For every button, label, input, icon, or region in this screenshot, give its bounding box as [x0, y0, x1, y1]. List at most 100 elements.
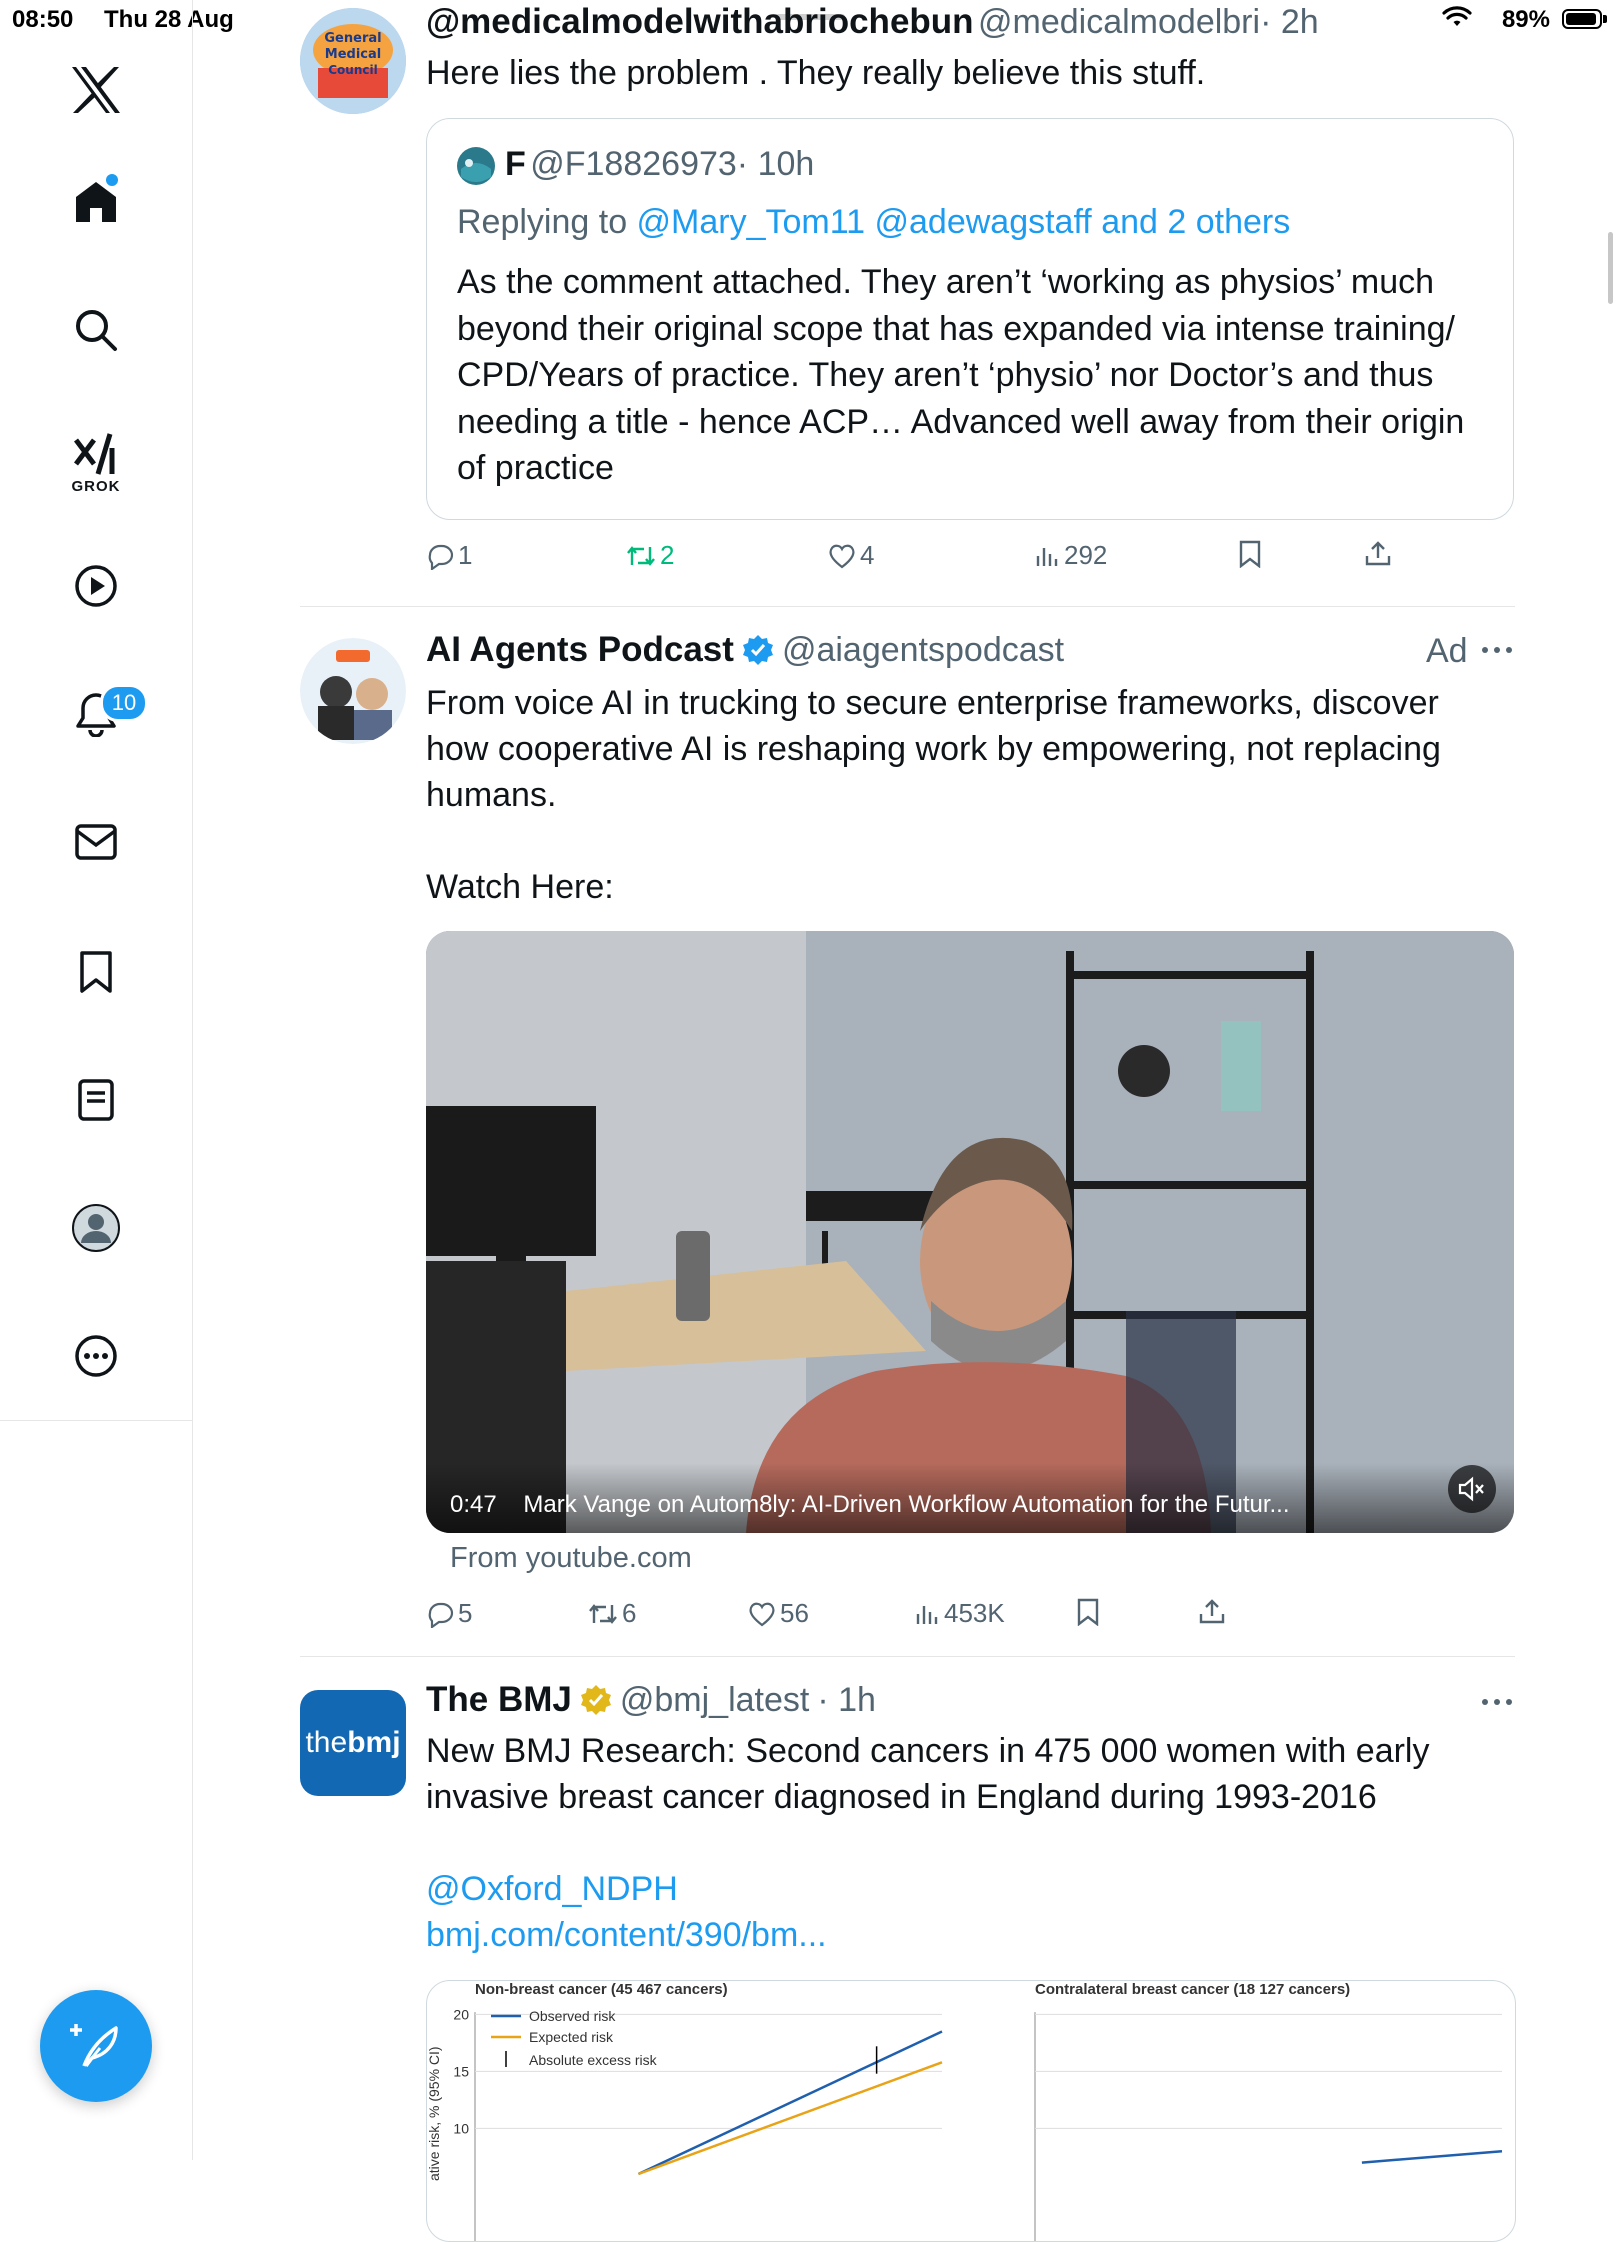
like-button[interactable]: 4 [828, 540, 874, 571]
like-button[interactable]: 56 [748, 1598, 809, 1629]
repost-icon [627, 545, 655, 566]
wifi-icon [1442, 6, 1472, 37]
reply-button[interactable]: 5 [426, 1598, 472, 1629]
link-source[interactable]: From youtube.com [450, 1542, 692, 1575]
svg-text:Medical: Medical [325, 47, 381, 62]
url-link[interactable]: bmj.com/content/390/bm... [426, 1912, 827, 1958]
chart-1-tick-label: 15 [453, 2063, 469, 2079]
heart-icon [829, 544, 855, 568]
heart-icon [749, 1602, 775, 1626]
ad-label: Ad [1426, 632, 1468, 670]
video-icon[interactable] [66, 556, 126, 616]
profile-icon[interactable] [66, 1198, 126, 1258]
list-icon[interactable] [66, 1070, 126, 1130]
chart-2-series-line [1361, 2149, 1503, 2164]
bookmark-button[interactable] [1076, 1598, 1100, 1626]
tweet-divider [300, 1656, 1515, 1657]
quoted-tweet[interactable]: F @F18826973· 10h Replying to @Mary_Tom1… [426, 118, 1514, 520]
grok-label: GROK [71, 478, 121, 495]
chart-1-series-line [638, 2061, 943, 2176]
replying-to-link[interactable]: @Mary_Tom11 @adewagstaff and 2 others [637, 203, 1291, 241]
author-name[interactable]: The BMJ [426, 1680, 572, 1720]
tweet-actions: 5 6 56 453K [426, 1598, 1514, 1638]
repost-button[interactable]: 6 [588, 1598, 636, 1629]
sidebar-divider [0, 1420, 192, 1421]
author-handle[interactable]: @medicalmodelbri [978, 3, 1260, 41]
avatar[interactable] [300, 638, 406, 744]
home-unread-dot [106, 174, 118, 186]
scrollbar[interactable] [1608, 232, 1613, 304]
mute-button[interactable] [1448, 1465, 1496, 1513]
bmj-logo-text-a: the [305, 1726, 348, 1759]
mention-link[interactable]: @Oxford_NDPH [426, 1866, 678, 1912]
bookmark-button[interactable] [1238, 540, 1262, 568]
reply-button[interactable]: 1 [426, 540, 472, 571]
gold-verified-badge-icon [580, 1685, 611, 1715]
chart-1-tick-label: 10 [453, 2120, 469, 2136]
reply-icon [428, 1602, 454, 1628]
svg-text:General: General [324, 31, 381, 46]
views-button[interactable]: 292 [1034, 540, 1107, 571]
chart-1-ylabel: ative risk, % (95% CI) [427, 2046, 442, 2181]
views-icon [916, 1605, 938, 1624]
quote-avatar[interactable] [457, 147, 495, 185]
chart-1-legend-label: Observed risk [529, 2008, 616, 2024]
tweet-text-2: Watch Here: [426, 868, 614, 906]
repost-count: 2 [660, 540, 675, 570]
repost-button[interactable]: 2 [626, 540, 674, 571]
video-duration: 0:47 [450, 1491, 497, 1518]
post-time[interactable]: · 1h [817, 1681, 876, 1720]
reply-icon [428, 544, 454, 570]
like-count: 56 [780, 1598, 809, 1628]
speaker-muted-icon [1458, 1476, 1484, 1502]
avatar[interactable]: General Medical Council [300, 8, 406, 114]
search-icon[interactable] [66, 300, 126, 360]
tweet-text: From voice AI in trucking to secure ente… [426, 684, 1441, 814]
quote-time[interactable]: · 10h [737, 145, 815, 183]
chart-svg: Non-breast cancer (45 467 cancers) Contr… [427, 1981, 1503, 2241]
chart-image[interactable]: Non-breast cancer (45 467 cancers) Contr… [426, 1980, 1516, 2242]
chart-1-legend-label: Expected risk [529, 2029, 614, 2045]
bmj-logo-text-b: bmj [347, 1726, 401, 1759]
x-logo-icon[interactable] [66, 60, 126, 120]
mail-icon[interactable] [66, 812, 126, 872]
bookmark-icon [1239, 540, 1261, 568]
notifications-badge: 10 [100, 684, 148, 722]
author-handle[interactable]: @aiagentspodcast [782, 631, 1064, 670]
avatar[interactable]: the bmj [300, 1690, 406, 1796]
views-count: 292 [1064, 540, 1108, 570]
quote-author-name[interactable]: F [505, 145, 526, 183]
bookmark-icon [1077, 1598, 1099, 1626]
chart-1-legend-label: Absolute excess risk [529, 2052, 658, 2068]
author-name[interactable]: AI Agents Podcast [426, 630, 734, 670]
video-title: Mark Vange on Autom8ly: AI-Driven Workfl… [523, 1491, 1290, 1518]
svg-text:Council: Council [328, 63, 377, 77]
more-options-icon[interactable] [1480, 1692, 1514, 1717]
chart-1-title: Non-breast cancer (45 467 cancers) [475, 1981, 728, 1998]
grok-icon[interactable] [66, 424, 126, 484]
chart-2-title: Contralateral breast cancer (18 127 canc… [1035, 1981, 1350, 1998]
repost-count: 6 [622, 1598, 637, 1628]
compose-icon [70, 2024, 118, 2068]
chart-1-series-line [637, 2030, 943, 2176]
author-name[interactable]: @medicalmodelwithabriochebun [426, 2, 974, 41]
share-icon [1365, 541, 1391, 566]
sidebar: GROK 10 [0, 0, 193, 2160]
compose-button[interactable] [40, 1990, 152, 2102]
video-player[interactable]: 0:47 Mark Vange on Autom8ly: AI-Driven W… [426, 931, 1514, 1533]
views-button[interactable]: 453K [914, 1598, 1005, 1629]
tweet-text: Here lies the problem . They really beli… [426, 54, 1206, 92]
reply-count: 1 [458, 540, 473, 570]
share-button[interactable] [1198, 1598, 1226, 1626]
share-button[interactable] [1364, 540, 1392, 568]
quote-author-handle[interactable]: @F18826973 [530, 145, 737, 183]
bookmark-icon[interactable] [66, 942, 126, 1002]
tweet-actions: 1 2 4 292 [426, 540, 1514, 580]
views-count: 453K [944, 1598, 1005, 1628]
tweet-divider [300, 606, 1515, 607]
more-icon[interactable] [66, 1326, 126, 1386]
post-time[interactable]: · 2h [1260, 3, 1319, 41]
author-handle[interactable]: @bmj_latest [620, 1681, 809, 1720]
battery-icon [1562, 9, 1602, 29]
more-options-icon[interactable] [1480, 640, 1514, 665]
